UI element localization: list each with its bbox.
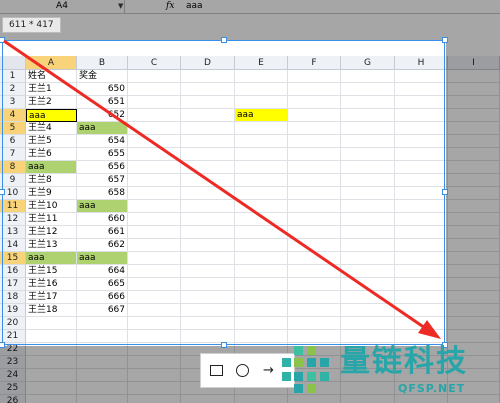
resize-handle-left[interactable] bbox=[0, 189, 5, 195]
watermark-subtitle: QFSP.NET bbox=[398, 382, 466, 395]
resize-handle-bottom[interactable] bbox=[221, 342, 227, 348]
resize-handle-right[interactable] bbox=[442, 189, 448, 195]
watermark-title: 量链科技 bbox=[340, 344, 468, 379]
arrow-icon[interactable]: → bbox=[263, 363, 279, 379]
watermark: 量链科技 QFSP.NET bbox=[280, 340, 500, 403]
resize-handle-bottom-left[interactable] bbox=[0, 342, 5, 348]
rectangle-icon[interactable] bbox=[209, 363, 225, 379]
circle-icon[interactable] bbox=[235, 363, 251, 379]
resize-handle-top[interactable] bbox=[221, 37, 227, 43]
watermark-logo-icon bbox=[282, 346, 329, 393]
capture-region[interactable] bbox=[0, 37, 448, 348]
capture-size-label: 611 * 417 bbox=[2, 17, 61, 33]
dim-overlay-top bbox=[0, 0, 500, 40]
resize-handle-top-left[interactable] bbox=[0, 37, 5, 43]
resize-handle-top-right[interactable] bbox=[442, 37, 448, 43]
dim-overlay-right bbox=[446, 40, 500, 346]
